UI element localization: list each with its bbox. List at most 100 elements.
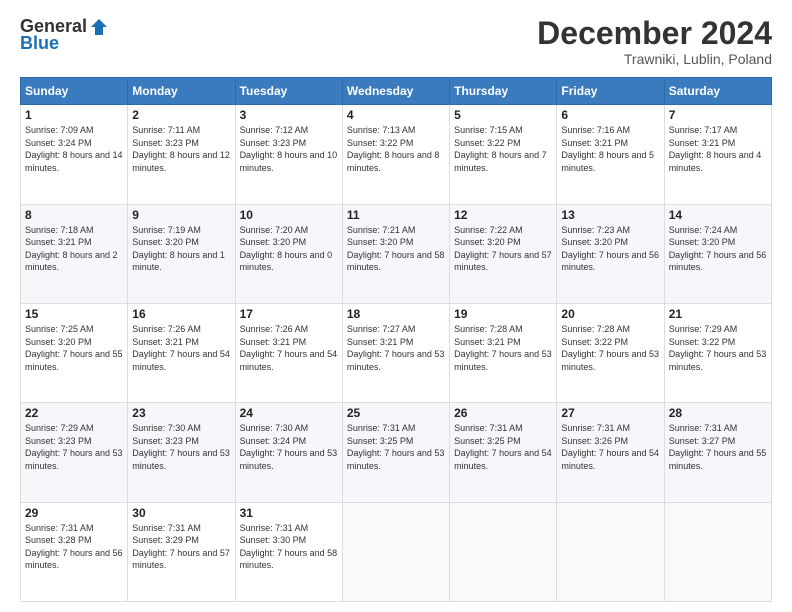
cell-text: Sunrise: 7:31 AMSunset: 3:25 PMDaylight:… [454,423,552,471]
day-number: 8 [25,208,123,222]
cell-text: Sunrise: 7:20 AMSunset: 3:20 PMDaylight:… [240,225,333,273]
calendar-cell [664,502,771,601]
calendar-cell: 23Sunrise: 7:30 AMSunset: 3:23 PMDayligh… [128,403,235,502]
calendar-cell: 12Sunrise: 7:22 AMSunset: 3:20 PMDayligh… [450,204,557,303]
calendar-cell [450,502,557,601]
calendar-cell: 27Sunrise: 7:31 AMSunset: 3:26 PMDayligh… [557,403,664,502]
cell-text: Sunrise: 7:24 AMSunset: 3:20 PMDaylight:… [669,225,767,273]
calendar-cell: 15Sunrise: 7:25 AMSunset: 3:20 PMDayligh… [21,303,128,402]
day-number: 5 [454,108,552,122]
location: Trawniki, Lublin, Poland [537,51,772,67]
day-number: 16 [132,307,230,321]
title-area: December 2024 Trawniki, Lublin, Poland [537,16,772,67]
day-number: 13 [561,208,659,222]
calendar-header-sunday: Sunday [21,78,128,105]
calendar-cell: 22 Sunrise: 7:29 AMSunset: 3:23 PMDayligh… [21,403,128,502]
day-number: 12 [454,208,552,222]
day-number: 14 [669,208,767,222]
day-number: 31 [240,506,338,520]
calendar-cell: 29 Sunrise: 7:31 AMSunset: 3:28 PMDayligh… [21,502,128,601]
cell-text: Sunrise: 7:18 AMSunset: 3:21 PMDaylight:… [25,225,118,273]
calendar-cell: 30 Sunrise: 7:31 AMSunset: 3:29 PMDayligh… [128,502,235,601]
calendar-cell: 7Sunrise: 7:17 AMSunset: 3:21 PMDaylight… [664,105,771,204]
day-number: 10 [240,208,338,222]
calendar-week-2: 8 Sunrise: 7:18 AMSunset: 3:21 PMDaylight… [21,204,772,303]
cell-text: Sunrise: 7:26 AMSunset: 3:21 PMDaylight:… [240,324,338,372]
cell-text: Sunrise: 7:29 AMSunset: 3:22 PMDaylight:… [669,324,767,372]
calendar-header-tuesday: Tuesday [235,78,342,105]
day-number: 22 [25,406,123,420]
cell-text: Sunrise: 7:16 AMSunset: 3:21 PMDaylight:… [561,125,654,173]
calendar-cell: 25 Sunrise: 7:31 AMSunset: 3:25 PMDayligh… [342,403,449,502]
calendar-cell: 2Sunrise: 7:11 AMSunset: 3:23 PMDaylight… [128,105,235,204]
day-number: 29 [25,506,123,520]
calendar-cell: 4 Sunrise: 7:13 AMSunset: 3:22 PMDaylight… [342,105,449,204]
logo-icon [89,17,109,37]
calendar-header-thursday: Thursday [450,78,557,105]
day-number: 6 [561,108,659,122]
cell-text: Sunrise: 7:25 AMSunset: 3:20 PMDaylight:… [25,324,123,372]
day-number: 1 [25,108,123,122]
calendar-cell: 24 Sunrise: 7:30 AMSunset: 3:24 PMDayligh… [235,403,342,502]
calendar-header-monday: Monday [128,78,235,105]
calendar-cell: 31 Sunrise: 7:31 AMSunset: 3:30 PMDayligh… [235,502,342,601]
cell-text: Sunrise: 7:31 AMSunset: 3:27 PMDaylight:… [669,423,767,471]
cell-text: Sunrise: 7:13 AMSunset: 3:22 PMDaylight:… [347,125,440,173]
day-number: 19 [454,307,552,321]
day-number: 18 [347,307,445,321]
calendar-header-saturday: Saturday [664,78,771,105]
day-number: 21 [669,307,767,321]
cell-text: Sunrise: 7:21 AMSunset: 3:20 PMDaylight:… [347,225,445,273]
day-number: 24 [240,406,338,420]
logo: General Blue [20,16,109,54]
calendar-cell [557,502,664,601]
cell-text: Sunrise: 7:26 AMSunset: 3:21 PMDaylight:… [132,324,230,372]
calendar-week-5: 29 Sunrise: 7:31 AMSunset: 3:28 PMDayligh… [21,502,772,601]
day-number: 28 [669,406,767,420]
cell-text: Sunrise: 7:31 AMSunset: 3:28 PMDaylight:… [25,523,123,571]
calendar-cell: 6 Sunrise: 7:16 AMSunset: 3:21 PMDaylight… [557,105,664,204]
calendar-cell: 20Sunrise: 7:28 AMSunset: 3:22 PMDayligh… [557,303,664,402]
calendar-header-wednesday: Wednesday [342,78,449,105]
calendar-week-3: 15Sunrise: 7:25 AMSunset: 3:20 PMDayligh… [21,303,772,402]
calendar-header-row: SundayMondayTuesdayWednesdayThursdayFrid… [21,78,772,105]
header: General Blue December 2024 Trawniki, Lub… [20,16,772,67]
calendar-cell: 11 Sunrise: 7:21 AMSunset: 3:20 PMDayligh… [342,204,449,303]
calendar-cell: 3Sunrise: 7:12 AMSunset: 3:23 PMDaylight… [235,105,342,204]
logo-blue-text: Blue [20,33,59,54]
calendar-cell: 18 Sunrise: 7:27 AMSunset: 3:21 PMDayligh… [342,303,449,402]
calendar-body: 1 Sunrise: 7:09 AMSunset: 3:24 PMDaylight… [21,105,772,602]
calendar-cell [342,502,449,601]
cell-text: Sunrise: 7:31 AMSunset: 3:29 PMDaylight:… [132,523,230,571]
calendar-cell: 17 Sunrise: 7:26 AMSunset: 3:21 PMDayligh… [235,303,342,402]
day-number: 25 [347,406,445,420]
cell-text: Sunrise: 7:27 AMSunset: 3:21 PMDaylight:… [347,324,445,372]
cell-text: Sunrise: 7:19 AMSunset: 3:20 PMDaylight:… [132,225,225,273]
cell-text: Sunrise: 7:15 AMSunset: 3:22 PMDaylight:… [454,125,547,173]
day-number: 17 [240,307,338,321]
cell-text: Sunrise: 7:23 AMSunset: 3:20 PMDaylight:… [561,225,659,273]
day-number: 9 [132,208,230,222]
day-number: 4 [347,108,445,122]
day-number: 30 [132,506,230,520]
calendar-cell: 10 Sunrise: 7:20 AMSunset: 3:20 PMDayligh… [235,204,342,303]
cell-text: Sunrise: 7:31 AMSunset: 3:25 PMDaylight:… [347,423,445,471]
calendar-cell: 9 Sunrise: 7:19 AMSunset: 3:20 PMDaylight… [128,204,235,303]
calendar-week-1: 1 Sunrise: 7:09 AMSunset: 3:24 PMDaylight… [21,105,772,204]
day-number: 20 [561,307,659,321]
cell-text: Sunrise: 7:30 AMSunset: 3:24 PMDaylight:… [240,423,338,471]
calendar-header-friday: Friday [557,78,664,105]
cell-text: Sunrise: 7:31 AMSunset: 3:30 PMDaylight:… [240,523,338,571]
cell-text: Sunrise: 7:29 AMSunset: 3:23 PMDaylight:… [25,423,123,471]
page: General Blue December 2024 Trawniki, Lub… [0,0,792,612]
day-number: 23 [132,406,230,420]
calendar-table: SundayMondayTuesdayWednesdayThursdayFrid… [20,77,772,602]
month-title: December 2024 [537,16,772,51]
cell-text: Sunrise: 7:12 AMSunset: 3:23 PMDaylight:… [240,125,338,173]
cell-text: Sunrise: 7:09 AMSunset: 3:24 PMDaylight:… [25,125,123,173]
calendar-cell: 14 Sunrise: 7:24 AMSunset: 3:20 PMDayligh… [664,204,771,303]
day-number: 2 [132,108,230,122]
calendar-cell: 28 Sunrise: 7:31 AMSunset: 3:27 PMDayligh… [664,403,771,502]
day-number: 11 [347,208,445,222]
calendar-cell: 21 Sunrise: 7:29 AMSunset: 3:22 PMDayligh… [664,303,771,402]
